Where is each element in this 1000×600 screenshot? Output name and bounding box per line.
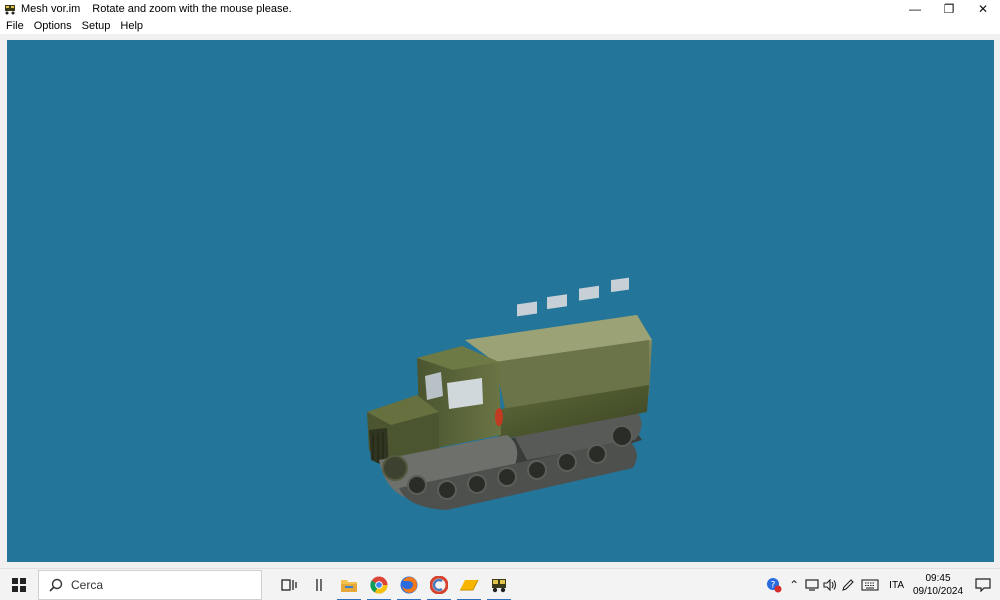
clock[interactable]: 09:45 09/10/2024 — [910, 572, 966, 598]
viewport-frame — [0, 34, 1000, 568]
tracked-truck-model — [367, 277, 652, 510]
close-button[interactable]: ✕ — [966, 0, 1000, 18]
menu-setup[interactable]: Setup — [77, 20, 116, 32]
chrome-icon — [370, 576, 388, 593]
window-message: Rotate and zoom with the mouse please. — [92, 3, 292, 15]
firefox-icon — [400, 576, 418, 593]
help-alert-icon: ? — [767, 578, 782, 593]
pen-icon — [842, 579, 854, 591]
window-controls: — ❐ ✕ — [898, 0, 1000, 18]
title-bar: Mesh vor.im Rotate and zoom with the mou… — [0, 0, 1000, 18]
volume-button[interactable] — [821, 569, 839, 600]
menu-bar: File Options Setup Help — [0, 18, 1000, 34]
chevron-up-icon: ⌃ — [789, 578, 800, 592]
menu-help[interactable]: Help — [115, 20, 148, 32]
input-language[interactable]: ITA — [883, 580, 910, 591]
network-button[interactable] — [803, 569, 821, 600]
file-explorer-icon — [341, 579, 357, 592]
app-truck-icon — [5, 5, 15, 15]
file-explorer-button[interactable] — [334, 569, 364, 600]
firefox-button[interactable] — [394, 569, 424, 600]
search-icon — [49, 578, 63, 592]
separator-bars-icon — [316, 578, 322, 591]
notifications-button[interactable] — [966, 569, 1000, 600]
ccleaner-icon — [430, 575, 448, 594]
widgets-button[interactable] — [304, 569, 334, 600]
taskbar-search-box[interactable]: Cerca — [38, 569, 262, 600]
ccleaner-button[interactable] — [424, 569, 454, 600]
minimize-button[interactable]: — — [898, 0, 932, 18]
keyboard-button[interactable] — [857, 569, 883, 600]
mesh-viewer-button[interactable] — [484, 569, 514, 600]
menu-options[interactable]: Options — [29, 20, 77, 32]
chrome-button[interactable] — [364, 569, 394, 600]
3d-viewport[interactable] — [7, 40, 994, 562]
start-button[interactable] — [0, 569, 38, 600]
folder-drive-icon — [460, 579, 479, 590]
menu-file[interactable]: File — [0, 20, 29, 32]
windows-logo-icon — [12, 577, 26, 592]
search-placeholder: Cerca — [71, 577, 104, 592]
restore-button[interactable]: ❐ — [932, 0, 966, 18]
restore-icon: ❐ — [943, 2, 955, 16]
help-tray-button[interactable]: ? — [763, 569, 785, 600]
notification-icon — [975, 578, 991, 592]
show-hidden-icons-button[interactable]: ⌃ — [785, 569, 803, 600]
task-view-icon — [281, 578, 297, 591]
window-title: Mesh vor.im — [21, 3, 81, 15]
pen-button[interactable] — [839, 569, 857, 600]
close-icon: ✕ — [977, 2, 989, 16]
network-icon — [805, 579, 819, 591]
system-tray: ? ⌃ ITA 09:45 09/10/2024 — [763, 569, 1000, 600]
mesh-viewer-icon — [492, 578, 506, 592]
keyboard-icon — [861, 579, 879, 591]
volume-icon — [823, 579, 837, 591]
clock-time: 09:45 — [925, 573, 951, 584]
minimize-icon: — — [909, 2, 921, 16]
task-view-button[interactable] — [274, 569, 304, 600]
folder-drive-button[interactable] — [454, 569, 484, 600]
clock-date: 09/10/2024 — [912, 586, 964, 597]
taskbar: Cerca ? ⌃ ITA 09:45 09/10/2024 — [0, 568, 1000, 600]
